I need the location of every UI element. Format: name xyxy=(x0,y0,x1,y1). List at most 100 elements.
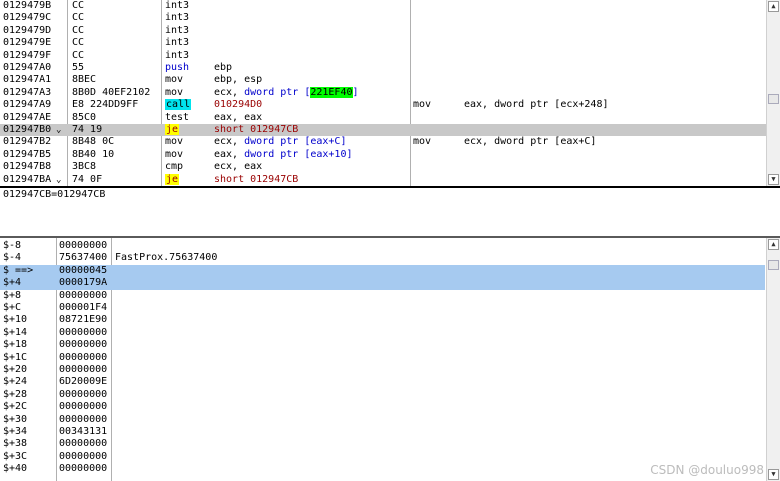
mnemonic-text: je xyxy=(165,124,180,135)
mnemonic-text: int3 xyxy=(165,49,190,61)
stack-row[interactable]: $ ==> 00000045 xyxy=(0,264,765,278)
stack-comment: FastProx.75637400 xyxy=(115,252,218,264)
instruction-bytes: CC xyxy=(72,24,85,36)
instruction-mnemonic: je xyxy=(165,173,180,186)
scroll-up-icon[interactable]: ▲ xyxy=(768,1,779,12)
disassembly-row[interactable]: 012947A1 8BEC mov ebp, esp xyxy=(0,74,777,86)
disassembly-pane[interactable]: 0129479B CC int3 0129479C CC int3 0129479D CC in… xyxy=(0,0,780,188)
stack-row[interactable]: $+10 08721E90 xyxy=(0,314,765,326)
disassembly-row[interactable]: 012947A3 8B0D 40EF2102 mov ecx, dword ptr [… xyxy=(0,86,777,99)
stack-pane[interactable]: $-8 00000000 $-4 75637400 FastProx.75637400 $… xyxy=(0,238,780,481)
disassembly-row[interactable]: 0129479D CC int3 xyxy=(0,25,777,37)
mnemonic-text: int3 xyxy=(165,12,190,24)
operand-register: eax, xyxy=(214,148,245,160)
stack-row[interactable]: $+1C 00000000 xyxy=(0,352,765,364)
instruction-address: 012947AE xyxy=(3,111,52,123)
disassembly-row[interactable]: 0129479C CC int3 xyxy=(0,12,777,24)
stack-row[interactable]: $+24 6D20009E xyxy=(0,376,765,388)
stack-offset: $ ==> xyxy=(3,264,34,276)
mnemonic-text: mov xyxy=(165,74,184,86)
stack-row[interactable]: $+14 00000000 xyxy=(0,327,765,339)
operand-keyword: dword ptr xyxy=(244,86,299,98)
instruction-operand: 010294D0 xyxy=(214,99,262,111)
stack-offset: $+34 xyxy=(3,426,28,437)
disassembly-row[interactable]: 012947BA ⌄ 74 0F je short 012947CB xyxy=(0,173,777,186)
instruction-address: 012947A3 xyxy=(3,86,52,98)
scroll-thumb[interactable] xyxy=(768,260,779,270)
mnemonic-text: mov xyxy=(165,148,184,160)
stack-row[interactable]: $+4 0000179A xyxy=(0,277,765,290)
stack-scrollbar[interactable]: ▲ ▼ xyxy=(766,238,780,481)
instruction-operand: ebp xyxy=(214,62,232,74)
stack-row[interactable]: $+3C 00000000 xyxy=(0,451,765,463)
stack-value: 08721E90 xyxy=(59,314,108,326)
disassembly-scrollbar[interactable]: ▲ ▼ xyxy=(766,0,780,186)
comment-operand: eax, dword ptr [ecx+248] xyxy=(464,99,609,111)
stack-row[interactable]: $+30 00000000 xyxy=(0,414,765,426)
stack-row[interactable]: $+38 00000000 xyxy=(0,438,765,450)
stack-offset: $+14 xyxy=(3,326,28,338)
instruction-bytes: 8B0D 40EF2102 xyxy=(72,86,151,98)
scroll-thumb[interactable] xyxy=(768,94,779,104)
stack-row[interactable]: $+18 00000000 xyxy=(0,339,765,351)
mnemonic-text: mov xyxy=(165,136,184,148)
disassembly-row[interactable]: 0129479F CC int3 xyxy=(0,50,777,62)
stack-offset: $+1C xyxy=(3,351,28,363)
operand-register: ecx, xyxy=(214,136,245,148)
jump-arrow-icon: ⌄ xyxy=(56,125,62,135)
disassembly-row[interactable]: 012947B0 ⌄ 74 19 je short 012947CB xyxy=(0,124,777,137)
operand-memory: [eax+C] xyxy=(298,136,347,148)
stack-value: 00000000 xyxy=(59,339,108,351)
stack-value: 00000000 xyxy=(59,463,108,475)
comment-mnemonic: mov xyxy=(413,99,432,111)
instruction-address: 012947B8 xyxy=(3,161,52,173)
instruction-operand: eax, dword ptr [eax+10] xyxy=(214,149,352,161)
stack-offset: $+18 xyxy=(3,339,28,351)
disassembly-row[interactable]: 012947A9 E8 224DD9FF call 010294D0 mov eax, d… xyxy=(0,99,777,111)
stack-offset: $+30 xyxy=(3,413,28,425)
scroll-up-icon[interactable]: ▲ xyxy=(768,239,779,250)
operand-text: ecx, eax xyxy=(214,161,263,173)
disassembly-row[interactable]: 012947B2 8B48 0C mov ecx, dword ptr [eax+C]… xyxy=(0,136,777,148)
instruction-mnemonic: push xyxy=(165,62,189,74)
stack-value: 00000000 xyxy=(59,240,108,251)
operand-bracket: ] xyxy=(352,86,359,98)
operand-keyword: dword ptr xyxy=(244,136,299,148)
stack-row[interactable]: $+8 00000000 xyxy=(0,290,765,302)
disassembly-row[interactable]: 012947B8 3BC8 cmp ecx, eax xyxy=(0,161,777,173)
instruction-bytes: CC xyxy=(72,12,85,24)
mnemonic-text: call xyxy=(165,99,192,111)
stack-value: 00000000 xyxy=(59,450,108,462)
instruction-mnemonic: mov xyxy=(165,136,183,148)
stack-offset: $+4 xyxy=(3,277,22,289)
stack-row[interactable]: $+20 00000000 xyxy=(0,364,765,376)
stack-row[interactable]: $-4 75637400 FastProx.75637400 xyxy=(0,252,765,264)
scroll-down-icon[interactable]: ▼ xyxy=(768,174,779,185)
instruction-address: 0129479F xyxy=(3,49,52,61)
instruction-mnemonic: int3 xyxy=(165,12,189,24)
info-pane: 012947CB=012947CB xyxy=(0,188,780,238)
disassembly-row[interactable]: 012947AE 85C0 test eax, eax xyxy=(0,112,777,124)
disassembly-row[interactable]: 0129479E CC int3 xyxy=(0,37,777,49)
stack-value: 00000000 xyxy=(59,413,108,425)
stack-row[interactable]: $+C 000001F4 xyxy=(0,302,765,314)
mnemonic-text: push xyxy=(165,62,190,73)
stack-value: 00000000 xyxy=(59,326,108,338)
stack-row[interactable]: $+34 00343131 xyxy=(0,426,765,438)
mnemonic-text: cmp xyxy=(165,161,184,173)
operand-text: eax, eax xyxy=(214,111,263,123)
stack-row[interactable]: $+2C 00000000 xyxy=(0,401,765,413)
disassembly-row[interactable]: 012947A0 55 push ebp xyxy=(0,62,777,74)
instruction-operand: short 012947CB xyxy=(214,124,298,136)
instruction-address: 0129479C xyxy=(3,12,52,24)
watermark: CSDN @douluo998 xyxy=(650,463,764,477)
stack-row[interactable]: $+28 00000000 xyxy=(0,389,765,401)
stack-value: 0000179A xyxy=(59,277,108,289)
disassembly-row[interactable]: 012947B5 8B40 10 mov eax, dword ptr [eax+10… xyxy=(0,149,777,161)
scroll-down-icon[interactable]: ▼ xyxy=(768,469,779,480)
comment-mnemonic: mov xyxy=(413,136,432,148)
stack-value: 00343131 xyxy=(59,426,108,437)
operand-text: ebp, esp xyxy=(214,74,263,86)
disassembly-row[interactable]: 0129479B CC int3 xyxy=(0,0,777,12)
stack-row[interactable]: $-8 00000000 xyxy=(0,240,765,252)
